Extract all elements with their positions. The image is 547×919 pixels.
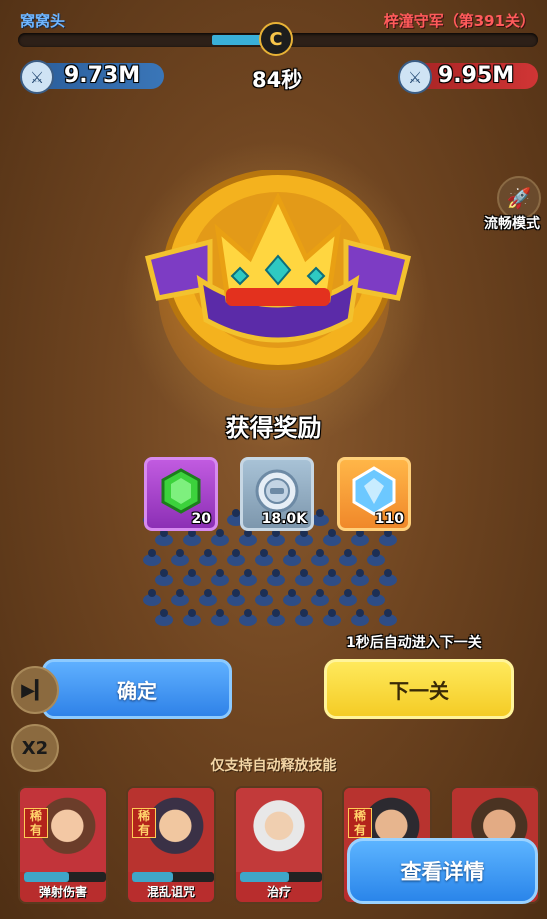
soldier-helmet bbox=[216, 529, 224, 537]
soldier-helmet bbox=[384, 609, 392, 617]
sword-icon: ⚔ bbox=[20, 60, 54, 94]
soldier-helmet bbox=[288, 549, 296, 557]
soldier-helmet bbox=[176, 549, 184, 557]
soldier-helmet bbox=[216, 569, 224, 577]
hero-card[interactable]: 治疗 bbox=[234, 786, 324, 904]
soldier-helmet bbox=[232, 589, 240, 597]
hero-portrait bbox=[236, 788, 322, 872]
clock-icon: C bbox=[259, 22, 293, 56]
rarity-tag: 稀有 bbox=[132, 808, 156, 838]
reward-quantity: 18.0K bbox=[261, 511, 307, 527]
soldier-helmet bbox=[244, 569, 252, 577]
soldier-helmet bbox=[300, 569, 308, 577]
soldier-helmet bbox=[148, 549, 156, 557]
soldier-helmet bbox=[344, 589, 352, 597]
soldier-helmet bbox=[148, 589, 156, 597]
skip-icon[interactable]: ▶▎ bbox=[11, 666, 59, 714]
soldier-helmet bbox=[272, 569, 280, 577]
skill-name: 弹射伤害 bbox=[38, 885, 87, 899]
skill-progress bbox=[132, 872, 214, 882]
soldier-helmet bbox=[188, 569, 196, 577]
rarity-tag: 稀有 bbox=[348, 808, 372, 838]
soldier-helmet bbox=[356, 609, 364, 617]
soldier-helmet bbox=[232, 549, 240, 557]
confirm-button[interactable]: 确定 bbox=[42, 659, 232, 719]
reward-title: 获得奖励 bbox=[225, 414, 322, 442]
auto-skill-hint: 仅支持自动释放技能 bbox=[210, 758, 337, 774]
soldier-helmet bbox=[316, 509, 324, 517]
soldier-helmet bbox=[176, 589, 184, 597]
soldier-helmet bbox=[272, 609, 280, 617]
soldier-helmet bbox=[328, 609, 336, 617]
soldier-helmet bbox=[232, 509, 240, 517]
soldier-helmet bbox=[288, 589, 296, 597]
soldier-helmet bbox=[372, 549, 380, 557]
skill-name: 治疗 bbox=[266, 885, 291, 899]
view-details-button[interactable]: 查看详情 bbox=[347, 838, 538, 904]
auto-next-countdown: 1秒后自动进入下一关 bbox=[346, 635, 482, 651]
hero-card[interactable]: 稀有 混乱诅咒 bbox=[126, 786, 216, 904]
soldier-helmet bbox=[384, 569, 392, 577]
reward-item-blue-diamond: 110 bbox=[337, 457, 411, 531]
rarity-tag: 稀有 bbox=[24, 808, 48, 838]
enemy-power-value: 9.95M bbox=[438, 63, 515, 88]
skill-name: 混乱诅咒 bbox=[146, 885, 195, 899]
soldier-helmet bbox=[188, 609, 196, 617]
crown-icon bbox=[144, 170, 412, 370]
fluent-mode-label[interactable]: 流畅模式 bbox=[484, 213, 540, 233]
soldier-helmet bbox=[160, 569, 168, 577]
soldier-helmet bbox=[316, 549, 324, 557]
reward-quantity: 20 bbox=[191, 511, 211, 527]
soldier-helmet bbox=[260, 589, 268, 597]
player-name: 窝窝头 bbox=[20, 12, 66, 30]
sword-icon: ⚔ bbox=[398, 60, 432, 94]
soldier-helmet bbox=[300, 609, 308, 617]
reward-quantity: 110 bbox=[374, 511, 404, 527]
soldier-helmet bbox=[328, 529, 336, 537]
soldier-helmet bbox=[244, 609, 252, 617]
next-level-button[interactable]: 下一关 bbox=[324, 659, 514, 719]
reward-item-silver-coin: 18.0K bbox=[240, 457, 314, 531]
soldier-helmet bbox=[260, 549, 268, 557]
player-power-value: 9.73M bbox=[64, 63, 141, 88]
soldier-helmet bbox=[344, 549, 352, 557]
soldier-helmet bbox=[204, 589, 212, 597]
enemy-name: 梓潼守军（第391关） bbox=[383, 12, 535, 30]
battle-timer: 84秒 bbox=[252, 68, 303, 92]
skill-progress bbox=[24, 872, 106, 882]
soldier-helmet bbox=[160, 609, 168, 617]
soldier-helmet bbox=[216, 609, 224, 617]
skill-progress bbox=[240, 872, 322, 882]
soldier-helmet bbox=[372, 589, 380, 597]
soldier-helmet bbox=[328, 569, 336, 577]
soldier-helmet bbox=[316, 589, 324, 597]
reward-item-green-gem: 20 bbox=[144, 457, 218, 531]
hero-card[interactable]: 稀有 弹射伤害 bbox=[18, 786, 108, 904]
soldier-helmet bbox=[356, 569, 364, 577]
soldier-helmet bbox=[204, 549, 212, 557]
